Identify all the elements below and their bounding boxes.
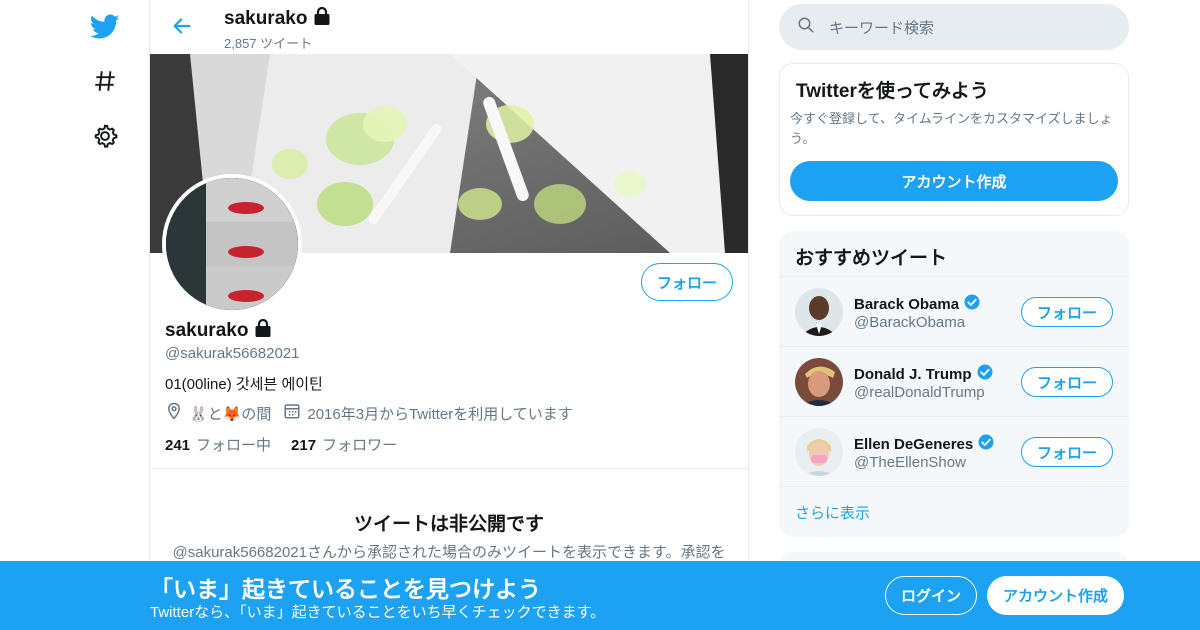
- verified-badge-icon: [977, 433, 995, 455]
- profile-location: 🐰と🦊の間: [189, 405, 272, 423]
- signup-card-description: 今すぐ登録して、タイムラインをカスタマイズしましょう。: [790, 111, 1113, 146]
- header-name: sakurako: [224, 6, 331, 32]
- location-pin-icon: [165, 402, 183, 424]
- avatar[interactable]: [795, 428, 843, 476]
- signup-banner: 「いま」起きていることを見つけよう Twitterなら、「いま」起きていることを…: [0, 561, 1200, 630]
- followers-stat[interactable]: 217 フォロワー: [291, 434, 397, 455]
- search-placeholder: キーワード検索: [829, 19, 935, 37]
- profile-stats: 241 フォロー中 217 フォロワー: [165, 434, 397, 455]
- header-name-text: sakurako: [224, 8, 308, 29]
- following-label: フォロー中: [196, 437, 272, 454]
- recommended-user[interactable]: Barack Obama @BarackObama フォロー: [779, 276, 1129, 346]
- followers-label: フォロワー: [322, 437, 398, 454]
- profile-name-text: sakurako: [165, 320, 249, 341]
- recommended-user-handle: @TheEllenShow: [854, 454, 966, 471]
- left-nav: [0, 0, 150, 630]
- profile-joined: 2016年3月からTwitterを利用しています: [307, 405, 573, 423]
- following-stat[interactable]: 241 フォロー中: [165, 434, 271, 455]
- signup-card-title: Twitterを使ってみよう: [796, 81, 989, 102]
- recommended-card: おすすめツイート Barack Obama @BarackObama フォロー …: [779, 231, 1129, 537]
- follow-button[interactable]: フォロー: [1021, 367, 1113, 397]
- login-button[interactable]: ログイン: [885, 576, 977, 615]
- avatar[interactable]: [795, 358, 843, 406]
- recommended-user-name: Barack Obama: [854, 293, 981, 315]
- calendar-icon: [283, 402, 301, 424]
- profile-bio: 01(00line) 갓세븐 에이틴: [165, 376, 323, 393]
- recommended-user[interactable]: Ellen DeGeneres @TheEllenShow フォロー: [779, 416, 1129, 486]
- recommended-user-handle: @realDonaldTrump: [854, 384, 985, 401]
- followers-count: 217: [291, 437, 317, 454]
- following-count: 241: [165, 437, 191, 454]
- signup-card: Twitterを使ってみよう 今すぐ登録して、タイムラインをカスタマイズしましょ…: [779, 63, 1129, 216]
- follow-button[interactable]: フォロー: [1021, 437, 1113, 467]
- avatar[interactable]: [795, 288, 843, 336]
- profile-handle: @sakurak56682021: [165, 345, 300, 362]
- recommended-user[interactable]: Donald J. Trump @realDonaldTrump フォロー: [779, 346, 1129, 416]
- search-icon: [797, 16, 815, 38]
- protected-description: @sakurak56682021さんから承認された場合のみツイートを表示できます…: [172, 544, 726, 561]
- show-more-link[interactable]: さらに表示: [779, 486, 1129, 537]
- profile-avatar[interactable]: [162, 174, 302, 314]
- search-input[interactable]: キーワード検索: [779, 4, 1129, 50]
- lock-icon: [313, 6, 331, 32]
- back-arrow-icon[interactable]: [168, 12, 196, 40]
- tweet-count: 2,857 ツイート: [224, 36, 313, 51]
- gear-icon[interactable]: [86, 117, 124, 155]
- verified-badge-icon: [963, 293, 981, 315]
- create-account-button[interactable]: アカウント作成: [790, 161, 1118, 201]
- profile-name: sakurako: [165, 318, 272, 344]
- recommended-user-name-text: Ellen DeGeneres: [854, 435, 974, 453]
- signup-banner-subtitle: Twitterなら、「いま」起きていることをいち早くチェックできます。: [150, 604, 606, 621]
- recommended-user-handle: @BarackObama: [854, 314, 966, 331]
- recommended-user-name-text: Donald J. Trump: [854, 365, 972, 383]
- recommended-user-name-text: Barack Obama: [854, 295, 960, 313]
- verified-badge-icon: [976, 363, 994, 385]
- recommended-title: おすすめツイート: [795, 248, 948, 269]
- profile-column: sakurako 2,857 ツイート フォロー sakurako @sakur…: [149, 0, 749, 630]
- signup-banner-title: 「いま」起きていることを見つけよう: [150, 576, 541, 602]
- profile-meta: 🐰と🦊の間 2016年3月からTwitterを利用しています: [165, 402, 573, 424]
- profile-header-bar: sakurako 2,857 ツイート: [150, 0, 748, 54]
- lock-icon: [254, 318, 272, 344]
- recommended-user-name: Ellen DeGeneres: [854, 433, 995, 455]
- follow-button[interactable]: フォロー: [641, 263, 733, 301]
- hashtag-icon[interactable]: [86, 62, 124, 100]
- twitter-bird-icon[interactable]: [86, 8, 124, 46]
- protected-title: ツイートは非公開です: [353, 514, 544, 535]
- recommended-user-name: Donald J. Trump: [854, 363, 994, 385]
- follow-button[interactable]: フォロー: [1021, 297, 1113, 327]
- divider: [150, 468, 748, 469]
- signup-button[interactable]: アカウント作成: [987, 576, 1124, 615]
